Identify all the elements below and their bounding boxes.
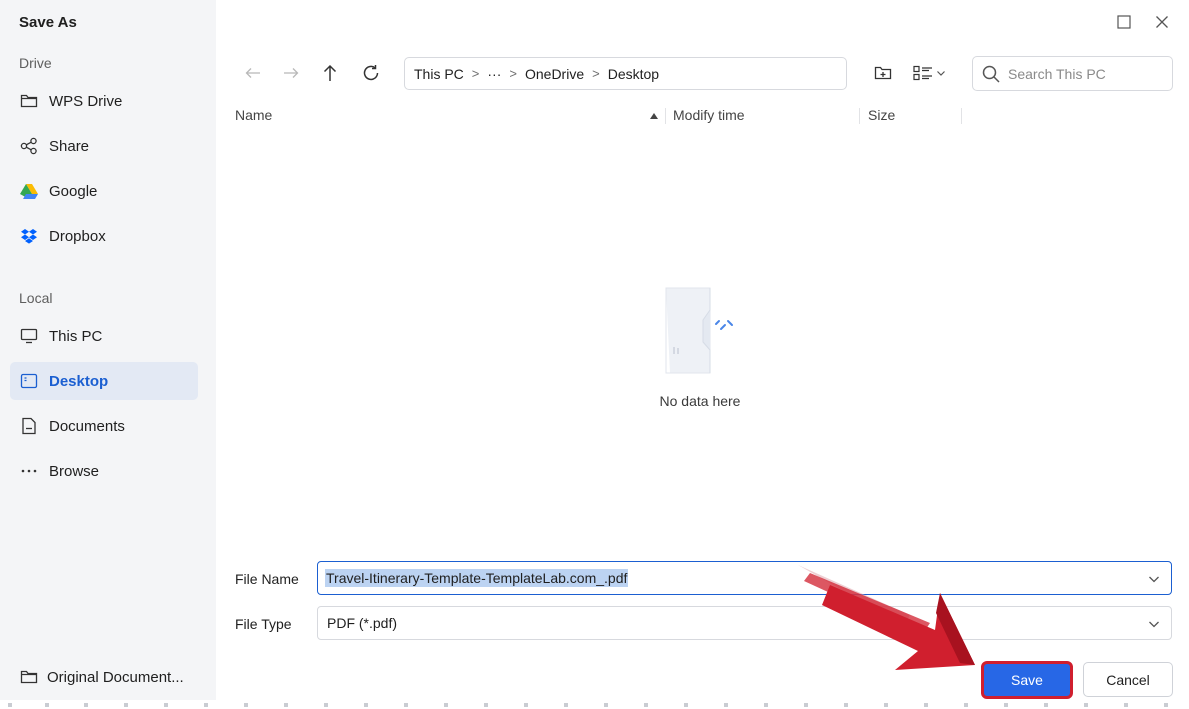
new-folder-icon [874,66,892,80]
list-view-icon [912,65,932,81]
close-icon [1156,16,1168,28]
search-box [972,56,1173,91]
sidebar-item-desktop[interactable]: Desktop [10,362,198,400]
file-name-label: File Name [235,571,299,587]
file-name-value: Travel-Itinerary-Template-TemplateLab.co… [325,569,629,587]
column-divider [665,108,666,124]
file-name-input[interactable]: Travel-Itinerary-Template-TemplateLab.co… [317,561,1172,595]
sidebar-item-label: Dropbox [49,227,106,245]
dialog-title: Save As [19,14,77,31]
column-divider [961,108,962,124]
sidebar-item-label: Share [49,137,90,155]
bottom-edge-dots [8,703,1168,707]
chevron-down-icon[interactable] [1147,572,1161,586]
column-header-size[interactable]: Size [868,107,895,123]
breadcrumb-separator: > [509,66,517,81]
sort-up-icon [650,113,658,119]
arrow-right-icon [284,68,299,78]
search-icon [982,65,1000,83]
sidebar-item-dropbox[interactable]: Dropbox [10,217,198,255]
share-icon [19,136,39,156]
local-section-label: Local [19,290,53,306]
empty-folder-icon [665,287,733,374]
original-document-button[interactable]: Original Document... [10,658,210,696]
sidebar-item-this-pc[interactable]: This PC [10,317,198,355]
drive-section-label: Drive [19,55,52,71]
file-type-value: PDF (*.pdf) [327,615,398,631]
more-icon [19,461,39,481]
back-button[interactable] [240,60,266,86]
dropbox-icon [19,226,39,246]
sidebar-item-label: Documents [49,417,125,435]
folder-icon [19,667,39,687]
sidebar-item-label: Desktop [49,372,109,390]
sidebar-item-wps-drive[interactable]: WPS Drive [10,82,198,120]
arrow-left-icon [245,68,260,78]
search-input[interactable] [1008,65,1168,82]
new-folder-button[interactable] [870,60,896,86]
sidebar-item-documents[interactable]: Documents [10,407,198,445]
up-button[interactable] [317,60,343,86]
column-header-name[interactable]: Name [235,107,272,123]
chevron-down-icon [1149,621,1159,628]
save-button[interactable]: Save [981,661,1073,699]
file-type-select[interactable]: PDF (*.pdf) [317,606,1172,640]
sidebar-item-share[interactable]: Share [10,127,198,165]
breadcrumb-item-more[interactable]: ··· [487,66,501,82]
empty-state-text: No data here [659,393,741,409]
sidebar: Save As Drive WPS Drive Share Google Dro… [0,0,216,700]
sidebar-item-label: Browse [49,462,100,480]
refresh-button[interactable] [358,60,384,86]
sidebar-item-browse[interactable]: Browse [10,452,198,490]
cancel-button[interactable]: Cancel [1083,662,1173,697]
forward-button[interactable] [278,60,304,86]
chevron-down-icon [936,71,945,76]
monitor-icon [19,326,39,346]
sidebar-item-label: This PC [49,327,103,345]
breadcrumb-item-onedrive[interactable]: OneDrive [525,66,584,82]
view-mode-button[interactable] [908,60,950,86]
maximize-button[interactable] [1114,12,1134,32]
breadcrumb: This PC > ··· > OneDrive > Desktop [404,57,847,90]
desktop-icon [19,371,39,391]
document-icon [19,416,39,436]
folder-icon [19,91,39,111]
google-drive-icon [19,181,39,201]
original-document-label: Original Document... [47,668,184,686]
breadcrumb-item-desktop[interactable]: Desktop [608,66,659,82]
close-button[interactable] [1152,12,1172,32]
sidebar-item-google[interactable]: Google [10,172,198,210]
arrow-up-icon [323,64,337,81]
sidebar-item-label: Google [49,182,98,200]
column-header-modify-time[interactable]: Modify time [673,107,745,123]
breadcrumb-item-this-pc[interactable]: This PC [414,66,464,82]
maximize-icon [1117,15,1131,29]
sidebar-item-label: WPS Drive [49,92,123,110]
column-divider [859,108,860,124]
file-type-label: File Type [235,616,292,632]
refresh-icon [363,65,379,81]
breadcrumb-separator: > [471,66,480,81]
breadcrumb-separator: > [592,66,600,81]
